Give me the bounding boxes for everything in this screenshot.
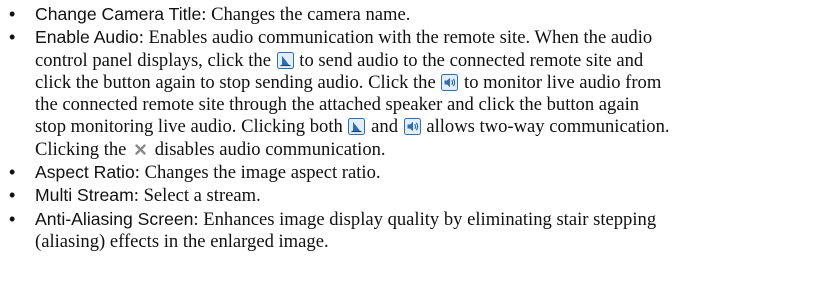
description-text: Enables audio communication with the rem… <box>148 27 653 49</box>
document-body: • Change Camera Title: Changes the camer… <box>8 3 830 253</box>
term-colon: : <box>134 162 140 184</box>
description-text: and <box>371 116 398 138</box>
description-text: click the button again to stop sending a… <box>35 71 436 93</box>
speaker-icon <box>403 118 421 136</box>
description-text: stop monitoring live audio. Clicking bot… <box>35 116 343 138</box>
bullet-marker: • <box>9 162 16 183</box>
description-text: to send audio to the connected remote si… <box>299 49 644 71</box>
description-text: the connected remote site through the at… <box>35 94 640 116</box>
bullet-marker: • <box>9 208 16 229</box>
list-item: • Aspect Ratio: Changes the image aspect… <box>8 161 830 184</box>
list-item: • Multi Stream: Select a stream. <box>8 184 830 207</box>
speaker-icon <box>441 73 459 91</box>
bullet-marker: • <box>9 185 16 206</box>
description-text: to monitor live audio from <box>464 71 662 93</box>
bullet-marker: • <box>9 27 16 48</box>
feature-list: • Change Camera Title: Changes the camer… <box>8 3 830 253</box>
description-text: control panel displays, click the <box>35 49 271 71</box>
term-anti-aliasing-screen: Anti-Aliasing Screen <box>35 208 194 229</box>
term-colon: : <box>193 208 199 230</box>
term-aspect-ratio: Aspect Ratio <box>35 162 135 183</box>
term-colon: : <box>138 27 144 49</box>
microphone-icon <box>276 51 294 69</box>
term-enable-audio: Enable Audio <box>35 27 139 48</box>
term-colon: : <box>201 4 207 25</box>
description-text: Changes the camera name. <box>211 4 411 25</box>
list-item: • Anti-Aliasing Screen: Enhances image d… <box>8 208 830 254</box>
term-multi-stream: Multi Stream <box>35 185 134 206</box>
description-text: Enhances image display quality by elimin… <box>203 208 657 230</box>
description-text: Select a stream. <box>143 185 261 207</box>
description-text: disables audio communication. <box>154 138 386 160</box>
microphone-icon <box>348 118 366 136</box>
close-icon <box>133 142 148 157</box>
description-text: Clicking the <box>35 138 127 160</box>
bullet-marker: • <box>9 4 16 24</box>
description-text: (aliasing) effects in the enlarged image… <box>35 230 329 252</box>
description-text: allows two-way communication. <box>426 116 670 138</box>
description-text: Changes the image aspect ratio. <box>144 162 381 184</box>
list-item: • Enable Audio: Enables audio communicat… <box>8 26 830 161</box>
term-colon: : <box>133 185 139 207</box>
list-item: • Change Camera Title: Changes the camer… <box>8 3 830 26</box>
term-change-camera-title: Change Camera Title <box>35 4 202 24</box>
